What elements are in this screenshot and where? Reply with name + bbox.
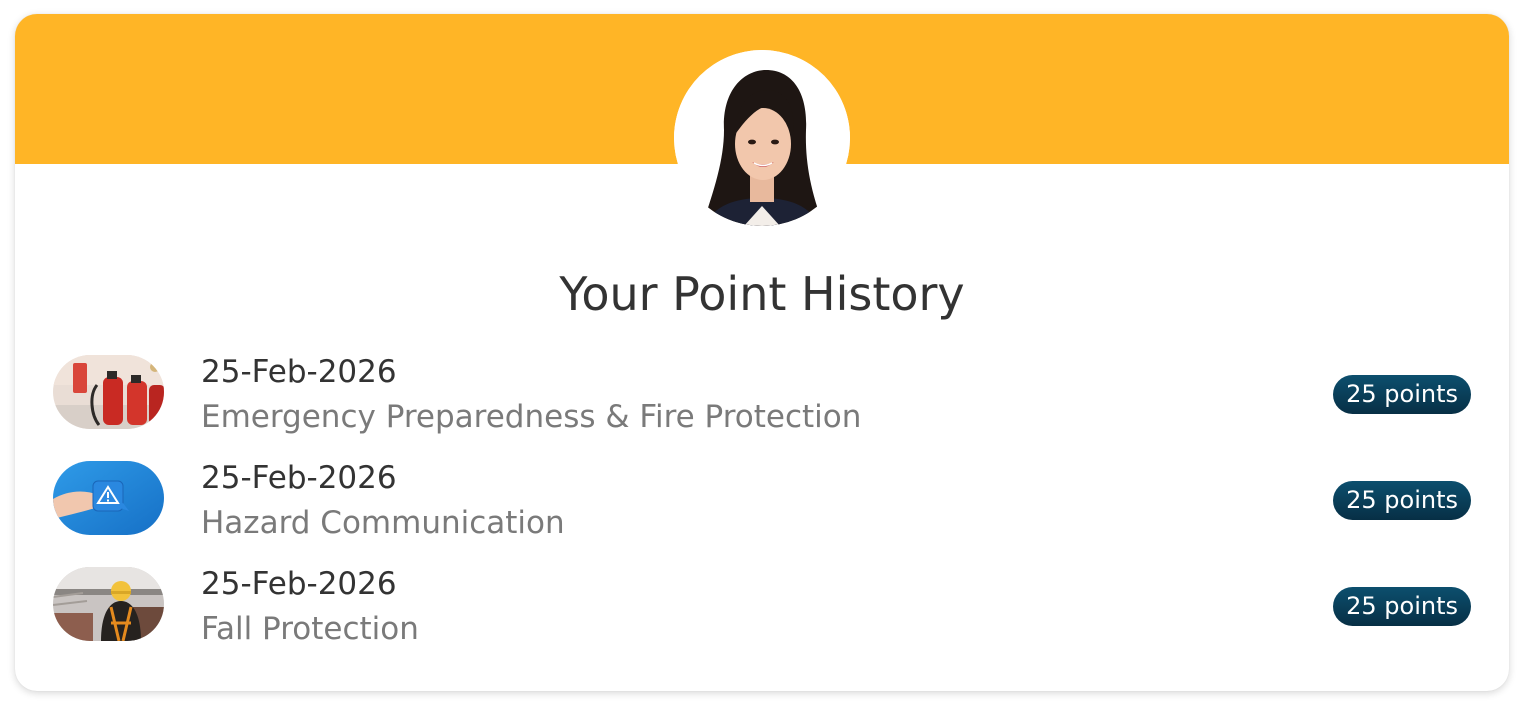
list-item: 25-Feb-2026 Hazard Communication 25 poin… (15, 458, 1509, 548)
entry-course-title: Fall Protection (201, 611, 419, 647)
entry-date: 25-Feb-2026 (201, 566, 397, 602)
point-history-list: 25-Feb-2026 Emergency Preparedness & Fir… (15, 14, 1509, 691)
entry-course-title: Hazard Communication (201, 505, 565, 541)
points-badge: 25 points (1333, 587, 1471, 626)
entry-date: 25-Feb-2026 (201, 354, 397, 390)
entry-course-title: Emergency Preparedness & Fire Protection (201, 399, 862, 435)
hazard-warning-photo-icon (53, 461, 164, 535)
points-badge: 25 points (1333, 481, 1471, 520)
entry-date: 25-Feb-2026 (201, 460, 397, 496)
list-item: 25-Feb-2026 Emergency Preparedness & Fir… (15, 352, 1509, 442)
point-history-card: Your Point History 25-Feb-2026 Emergency… (15, 14, 1509, 691)
list-item: 25-Feb-2026 Fall Protection 25 points (15, 564, 1509, 654)
points-badge: 25 points (1333, 375, 1471, 414)
worker-harness-photo-icon (53, 567, 164, 641)
fire-extinguisher-photo-icon (53, 355, 164, 429)
